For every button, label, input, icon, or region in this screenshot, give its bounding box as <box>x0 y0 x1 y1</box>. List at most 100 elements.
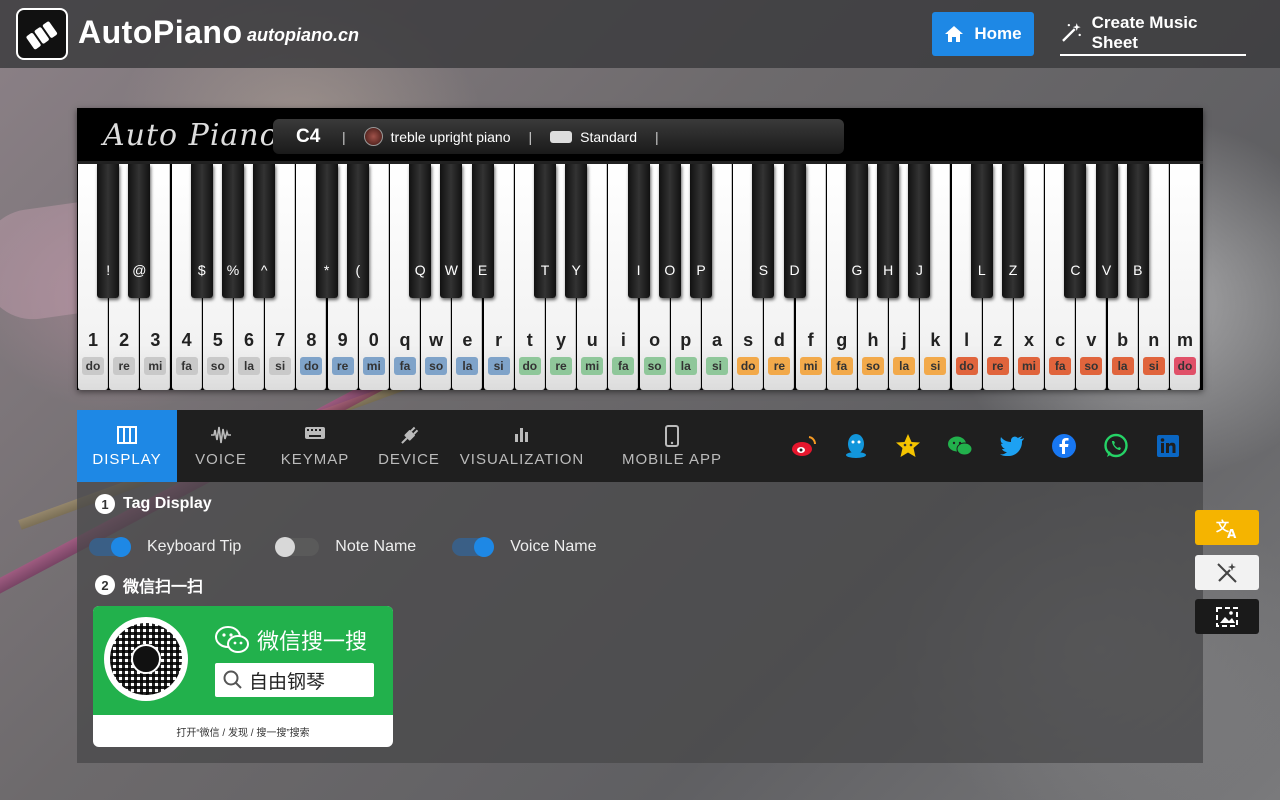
black-key[interactable]: L <box>970 164 993 298</box>
black-key[interactable]: ^ <box>253 164 276 298</box>
mode-selector[interactable]: Standard <box>550 129 637 145</box>
piano-instrument-icon <box>363 127 383 146</box>
tab-display[interactable]: DISPLAY <box>77 410 177 482</box>
black-key[interactable]: % <box>222 164 244 298</box>
weibo-icon[interactable] <box>790 432 818 460</box>
black-key[interactable]: Q <box>409 164 432 298</box>
black-key[interactable]: S <box>752 164 775 298</box>
black-key[interactable]: E <box>471 164 494 298</box>
white-key[interactable]: m do <box>1170 164 1200 390</box>
twitter-icon[interactable] <box>998 432 1026 460</box>
gamepad-icon <box>550 130 573 143</box>
black-key[interactable]: B <box>1126 164 1149 298</box>
black-key[interactable]: G <box>846 164 868 298</box>
brand-domain: autopiano.cn <box>247 25 359 45</box>
wechat-search-term: 自由钢琴 <box>249 671 326 693</box>
key-label: Z <box>1008 262 1018 278</box>
home-button[interactable]: Home <box>932 12 1034 56</box>
solfege-tag: fa <box>394 357 416 375</box>
tab-keymap[interactable]: KEYMAP <box>267 410 363 482</box>
whatsapp-icon[interactable] <box>1102 432 1130 460</box>
black-key[interactable]: @ <box>128 164 151 298</box>
black-key[interactable]: O <box>658 164 681 298</box>
solfege-tag: so <box>862 357 884 375</box>
toggle-effects-button[interactable] <box>1195 555 1259 590</box>
autopiano-logo[interactable] <box>16 8 68 60</box>
key-label: P <box>696 262 706 278</box>
black-key[interactable]: ! <box>97 164 120 298</box>
black-key[interactable]: T <box>534 164 556 298</box>
solfege-tag: re <box>113 357 136 375</box>
black-key[interactable]: D <box>783 164 806 298</box>
key-label: g <box>836 330 848 350</box>
qq-icon[interactable] <box>842 432 870 460</box>
key-label: 8 <box>306 330 317 350</box>
black-key[interactable]: Y <box>565 164 588 298</box>
translate-button[interactable]: 文 A <box>1195 510 1259 545</box>
wechat-icon <box>215 626 249 653</box>
tab-mobile-app[interactable]: MOBILE APP <box>611 410 733 482</box>
key-label: b <box>1117 330 1129 350</box>
solfege-tag: do <box>518 357 541 375</box>
key-label: s <box>743 330 754 350</box>
black-key[interactable]: J <box>908 164 931 298</box>
key-label: z <box>993 330 1003 350</box>
step-number: 2 <box>95 575 115 595</box>
key-label: x <box>1023 330 1034 350</box>
solfege-tag: si <box>269 357 292 375</box>
key-label: 2 <box>119 330 130 350</box>
key-label: ! <box>106 262 111 278</box>
black-key[interactable]: ( <box>346 164 369 298</box>
toggle-voice-name[interactable]: Voice Name <box>452 537 596 557</box>
solfege-tag: fa <box>612 357 635 375</box>
brand-title[interactable]: AutoPiano <box>78 14 242 51</box>
tab-device[interactable]: DEVICE <box>369 410 449 482</box>
toggle-switch[interactable] <box>89 537 131 557</box>
black-key[interactable]: W <box>440 164 463 298</box>
image-frame-icon <box>1216 606 1238 627</box>
solfege-tag: do <box>300 357 323 375</box>
instrument-selector[interactable]: treble upright piano <box>363 127 511 146</box>
black-key[interactable]: * <box>315 164 338 298</box>
toggle-switch[interactable] <box>275 537 320 557</box>
qzone-icon[interactable] <box>894 432 922 460</box>
toggle-note-name[interactable]: Note Name <box>275 537 416 557</box>
toggle-keyboard-tip[interactable]: Keyboard Tip <box>89 537 241 557</box>
black-key[interactable]: H <box>877 164 900 298</box>
key-label: O <box>664 262 676 278</box>
key-label: % <box>226 262 240 278</box>
key-label: 6 <box>243 330 254 350</box>
key-label: t <box>526 330 533 350</box>
svg-text:A: A <box>1227 527 1237 539</box>
black-key[interactable]: Z <box>1002 164 1024 298</box>
magic-off-icon <box>1217 562 1237 583</box>
wechat-card-banner: 微信搜一搜 自由钢琴 <box>93 606 393 715</box>
home-label: Home <box>974 24 1022 43</box>
create-music-sheet-button[interactable]: Create Music Sheet <box>1060 12 1246 56</box>
solfege-tag: si <box>706 357 728 375</box>
tab-voice[interactable]: VOICE <box>181 410 261 482</box>
screenshot-button[interactable] <box>1195 599 1259 634</box>
create-label: Create Music Sheet <box>1091 13 1198 52</box>
black-key[interactable]: P <box>690 164 712 298</box>
wechat-search-card[interactable]: 微信搜一搜 自由钢琴 打开“微信 / 发现 / 搜一搜”搜索 <box>93 606 393 747</box>
solfege-tag: so <box>643 357 666 375</box>
toggle-knob <box>474 537 495 557</box>
solfege-tag: do <box>737 357 760 375</box>
tab-visualization[interactable]: VISUALIZATION <box>459 410 585 482</box>
wechat-icon[interactable] <box>946 432 974 460</box>
key-label: 1 <box>87 330 98 350</box>
black-key[interactable]: I <box>627 164 650 298</box>
key-label: d <box>773 330 785 350</box>
facebook-icon[interactable] <box>1050 432 1078 460</box>
linkedin-icon[interactable] <box>1154 432 1182 460</box>
black-key[interactable]: V <box>1095 164 1118 298</box>
toggle-switch[interactable] <box>452 537 495 557</box>
solfege-tag: so <box>1080 357 1103 375</box>
solfege-tag: fa <box>830 357 853 375</box>
key-label: 4 <box>181 330 192 350</box>
solfege-tag: la <box>1111 357 1134 375</box>
black-key[interactable]: $ <box>190 164 213 298</box>
separator: | <box>654 128 659 145</box>
black-key[interactable]: C <box>1064 164 1087 298</box>
